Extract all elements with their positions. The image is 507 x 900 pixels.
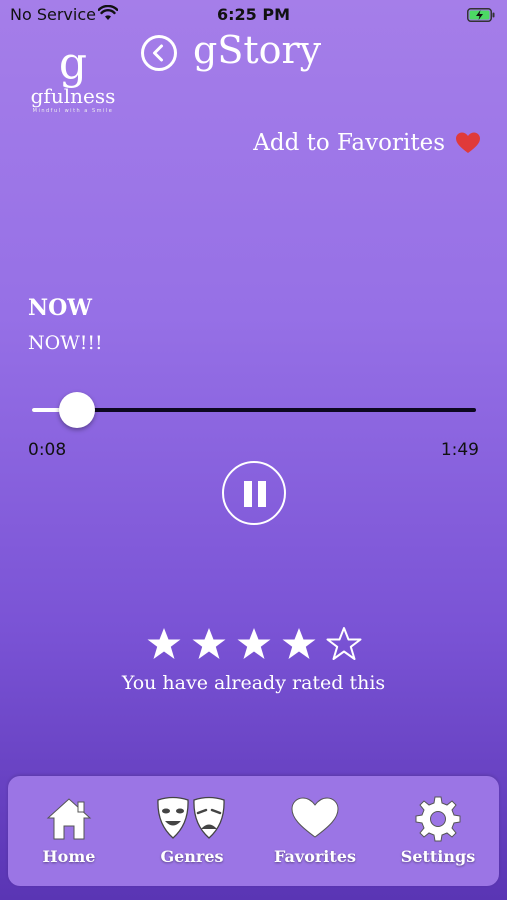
total-duration: 1:49 <box>440 440 479 460</box>
tab-settings-label: Settings <box>400 847 476 866</box>
add-to-favorites-label: Add to Favorites <box>253 130 445 156</box>
tab-genres[interactable]: Genres <box>131 776 253 886</box>
battery-charging-icon <box>467 7 495 22</box>
playback-slider[interactable] <box>32 390 476 430</box>
track-title: NOW <box>28 295 92 321</box>
tab-favorites-label: Favorites <box>274 847 356 866</box>
heart-icon <box>456 132 480 153</box>
gear-icon <box>415 796 461 842</box>
tab-favorites[interactable]: Favorites <box>254 776 376 886</box>
track-subtitle: NOW!!! <box>28 332 103 354</box>
logo-letter: g <box>58 38 88 89</box>
home-icon <box>46 798 92 840</box>
slider-thumb[interactable] <box>59 392 95 428</box>
logo-name: gfulness <box>30 84 116 108</box>
tab-settings[interactable]: Settings <box>377 776 499 886</box>
tab-home-label: Home <box>42 847 96 866</box>
tab-genres-label: Genres <box>160 847 224 866</box>
star-filled-icon <box>237 628 270 659</box>
gfulness-logo: g gfulness Mindful with a Smile <box>18 42 128 120</box>
star-filled-icon <box>282 628 315 659</box>
pause-button[interactable] <box>222 461 286 525</box>
tab-bar: Home Genres Favorites Settings <box>8 776 499 886</box>
page-title: gStory <box>193 28 322 72</box>
add-to-favorites-button[interactable]: Add to Favorites <box>253 130 481 156</box>
star-filled-icon <box>192 628 225 659</box>
logo-tagline: Mindful with a Smile <box>32 108 114 114</box>
back-button[interactable] <box>141 35 177 71</box>
elapsed-time: 0:08 <box>28 440 67 460</box>
rating-message: You have already rated this <box>121 672 386 694</box>
heart-icon <box>291 797 339 838</box>
slider-track <box>32 408 476 412</box>
rating-stars <box>0 626 507 666</box>
star-empty-icon <box>326 627 361 660</box>
star-filled-icon <box>147 628 180 659</box>
status-bar: No Service 6:25 PM <box>0 0 507 30</box>
chevron-left-icon <box>153 44 163 62</box>
theater-masks-icon <box>157 796 225 839</box>
status-time: 6:25 PM <box>216 5 290 24</box>
tab-home[interactable]: Home <box>8 776 130 886</box>
